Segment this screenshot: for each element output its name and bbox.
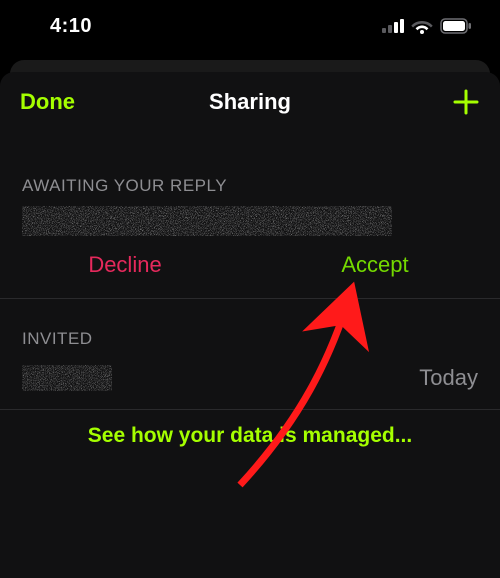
invited-row[interactable]: Today xyxy=(0,359,500,409)
status-icons xyxy=(382,18,472,34)
cellular-icon xyxy=(382,19,404,33)
nav-bar: Done Sharing xyxy=(0,72,500,134)
awaiting-section: AWAITING YOUR REPLY Decline Accept xyxy=(0,134,500,299)
invited-when: Today xyxy=(419,365,478,391)
awaiting-header: AWAITING YOUR REPLY xyxy=(0,176,500,206)
redacted-contact-name xyxy=(22,206,392,236)
redacted-invited-name xyxy=(22,365,112,391)
invited-header: INVITED xyxy=(0,329,500,359)
page-title: Sharing xyxy=(0,89,500,115)
sharing-sheet: Done Sharing AWAITING YOUR REPLY Decline… xyxy=(0,72,500,578)
decline-button[interactable]: Decline xyxy=(0,236,250,298)
battery-icon xyxy=(440,18,472,34)
invited-section: INVITED Today xyxy=(0,299,500,410)
status-bar: 4:10 xyxy=(0,0,500,56)
wifi-icon xyxy=(411,18,433,34)
request-actions: Decline Accept xyxy=(0,236,500,299)
done-button[interactable]: Done xyxy=(20,89,75,115)
data-management-link[interactable]: See how your data is managed... xyxy=(0,410,500,462)
awaiting-request-row xyxy=(0,206,500,236)
add-button[interactable] xyxy=(452,88,480,116)
status-time: 4:10 xyxy=(50,15,92,38)
plus-icon xyxy=(452,88,480,116)
accept-button[interactable]: Accept xyxy=(250,236,500,298)
